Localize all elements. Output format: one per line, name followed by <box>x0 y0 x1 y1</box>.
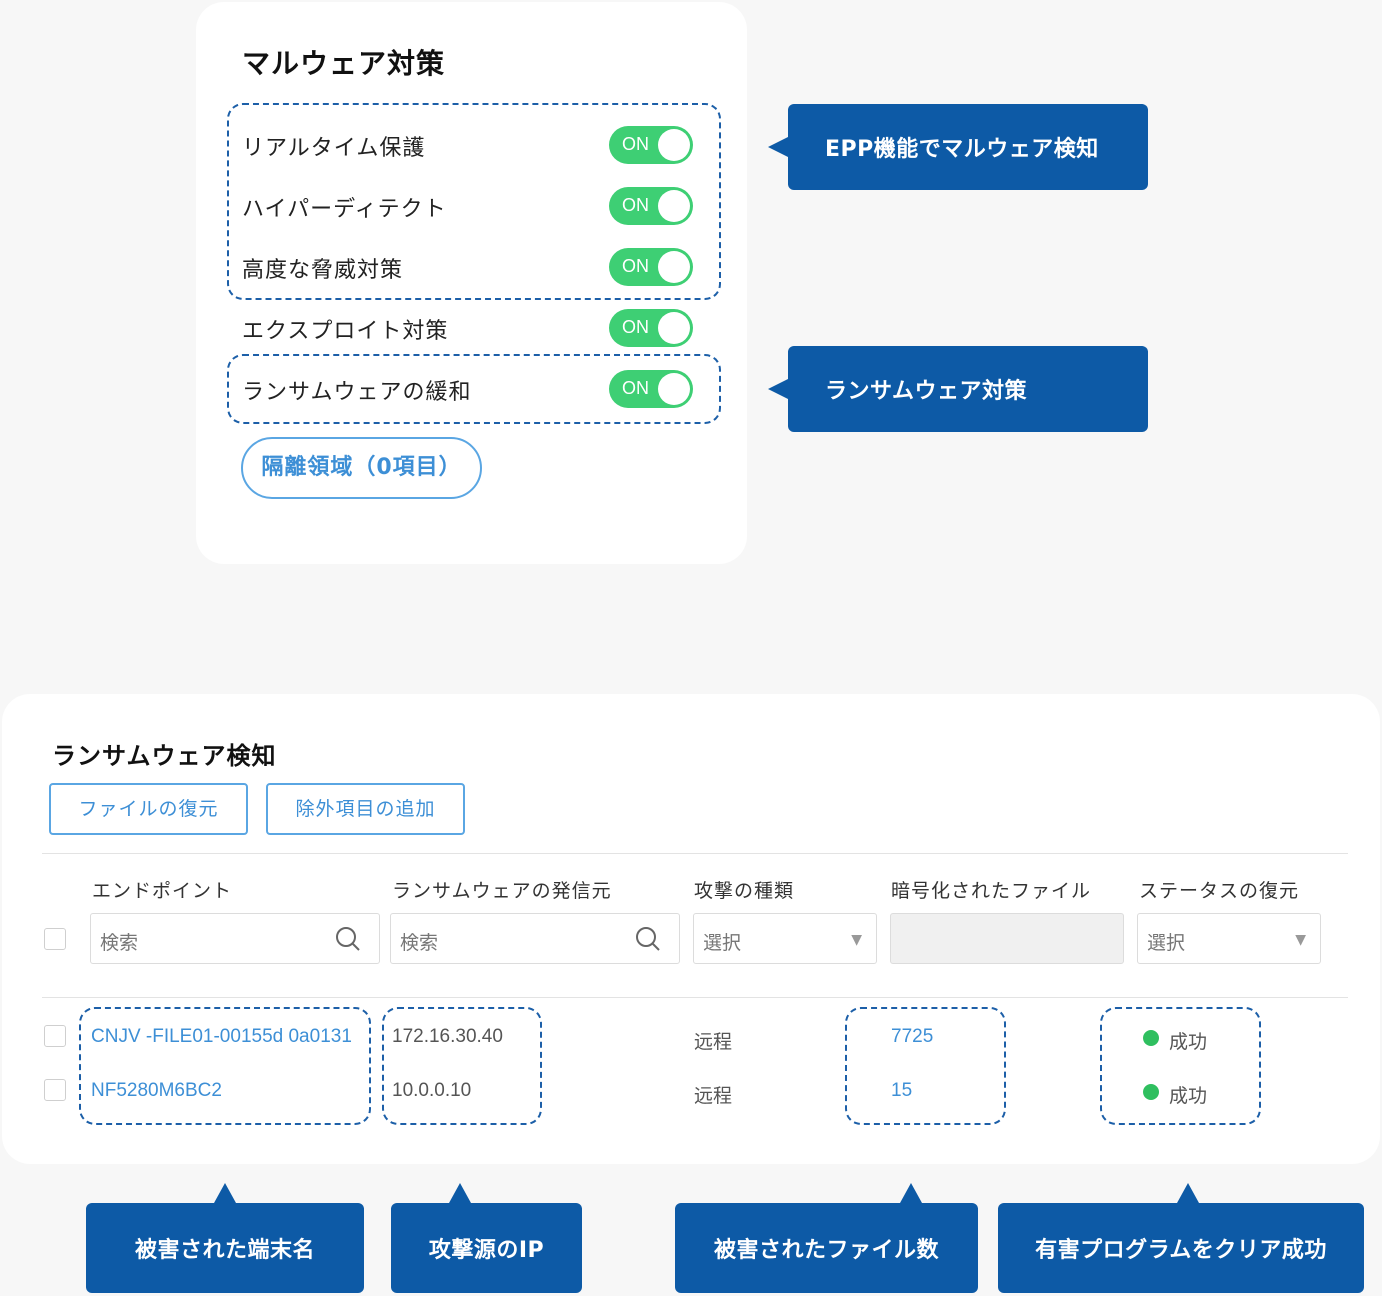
attack-type: 远程 <box>694 1032 733 1053</box>
callout-epp: EPP機能でマルウェア検知 <box>768 104 1148 190</box>
ransomware-title: ランサムウェア検知 <box>52 742 277 770</box>
chevron-down-icon: ▼ <box>851 932 862 948</box>
callout-pointer <box>768 136 790 158</box>
malware-protection-card: マルウェア対策 リアルタイム保護 ON ハイパーディテクト ON 高度な脅威対策… <box>196 2 747 564</box>
setting-label: エクスプロイト対策 <box>242 319 449 344</box>
callout-text: ランサムウェア対策 <box>825 379 1028 404</box>
callout-attack-ip: 攻撃源のIP <box>391 1183 582 1293</box>
search-icon[interactable] <box>635 926 661 952</box>
search-placeholder: 検索 <box>100 932 139 954</box>
column-header-restore-status: ステータスの復元 <box>1139 880 1300 902</box>
search-icon[interactable] <box>335 926 361 952</box>
restore-status-select[interactable]: 選択 ▼ <box>1137 913 1321 964</box>
callout-pointer <box>768 378 790 400</box>
search-placeholder: 検索 <box>400 932 439 954</box>
source-highlight-box <box>382 1007 542 1125</box>
malware-title: マルウェア対策 <box>242 47 446 80</box>
callout-pointer <box>449 1183 471 1203</box>
toggle-label: ON <box>622 317 649 337</box>
callout-text: 被害されたファイル数 <box>713 1238 939 1263</box>
attack-type: 远程 <box>694 1086 733 1107</box>
select-placeholder: 選択 <box>703 932 742 954</box>
exploit-toggle[interactable]: ON <box>609 309 693 347</box>
callout-device-name: 被害された端末名 <box>86 1183 364 1293</box>
ransomware-detection-card: ランサムウェア検知 ファイルの復元 除外項目の追加 エンドポイント ランサムウェ… <box>2 694 1380 1164</box>
endpoint-highlight-box <box>79 1007 371 1125</box>
divider <box>42 997 1348 998</box>
attack-type-select[interactable]: 選択 ▼ <box>693 913 877 964</box>
files-highlight-box <box>845 1007 1006 1125</box>
callout-text: 攻撃源のIP <box>428 1238 545 1263</box>
column-header-attack-type: 攻撃の種類 <box>694 880 795 902</box>
epp-highlight-box <box>227 103 721 300</box>
setting-row-exploit: エクスプロイト対策 ON <box>242 307 693 347</box>
row-checkbox[interactable] <box>44 1079 66 1101</box>
source-search-input[interactable]: 検索 <box>390 913 680 964</box>
callout-pointer <box>1177 1183 1199 1203</box>
row-checkbox[interactable] <box>44 1025 66 1047</box>
callout-pointer <box>900 1183 922 1203</box>
encrypted-files-filter <box>890 913 1124 964</box>
status-highlight-box <box>1100 1007 1261 1125</box>
column-header-endpoint: エンドポイント <box>92 880 233 902</box>
divider <box>42 853 1348 854</box>
callout-file-count: 被害されたファイル数 <box>675 1183 978 1293</box>
ransomware-highlight-box <box>227 354 721 424</box>
quarantine-button[interactable]: 隔離領域（0項目） <box>241 437 482 499</box>
chevron-down-icon: ▼ <box>1295 932 1306 948</box>
callout-text: 被害された端末名 <box>134 1238 315 1263</box>
callout-ransomware: ランサムウェア対策 <box>768 346 1148 432</box>
callout-cleared: 有害プログラムをクリア成功 <box>998 1183 1364 1293</box>
column-header-source: ランサムウェアの発信元 <box>392 880 612 902</box>
select-all-checkbox[interactable] <box>44 928 66 950</box>
callout-text: EPP機能でマルウェア検知 <box>825 137 1099 162</box>
restore-files-button[interactable]: ファイルの復元 <box>49 783 248 835</box>
callout-text: 有害プログラムをクリア成功 <box>1035 1238 1327 1263</box>
add-exclusion-button[interactable]: 除外項目の追加 <box>266 783 465 835</box>
endpoint-search-input[interactable]: 検索 <box>90 913 380 964</box>
toggle-knob <box>658 312 690 344</box>
select-placeholder: 選択 <box>1147 932 1186 954</box>
callout-pointer <box>214 1183 236 1203</box>
column-header-encrypted-files: 暗号化されたファイル <box>891 880 1092 902</box>
